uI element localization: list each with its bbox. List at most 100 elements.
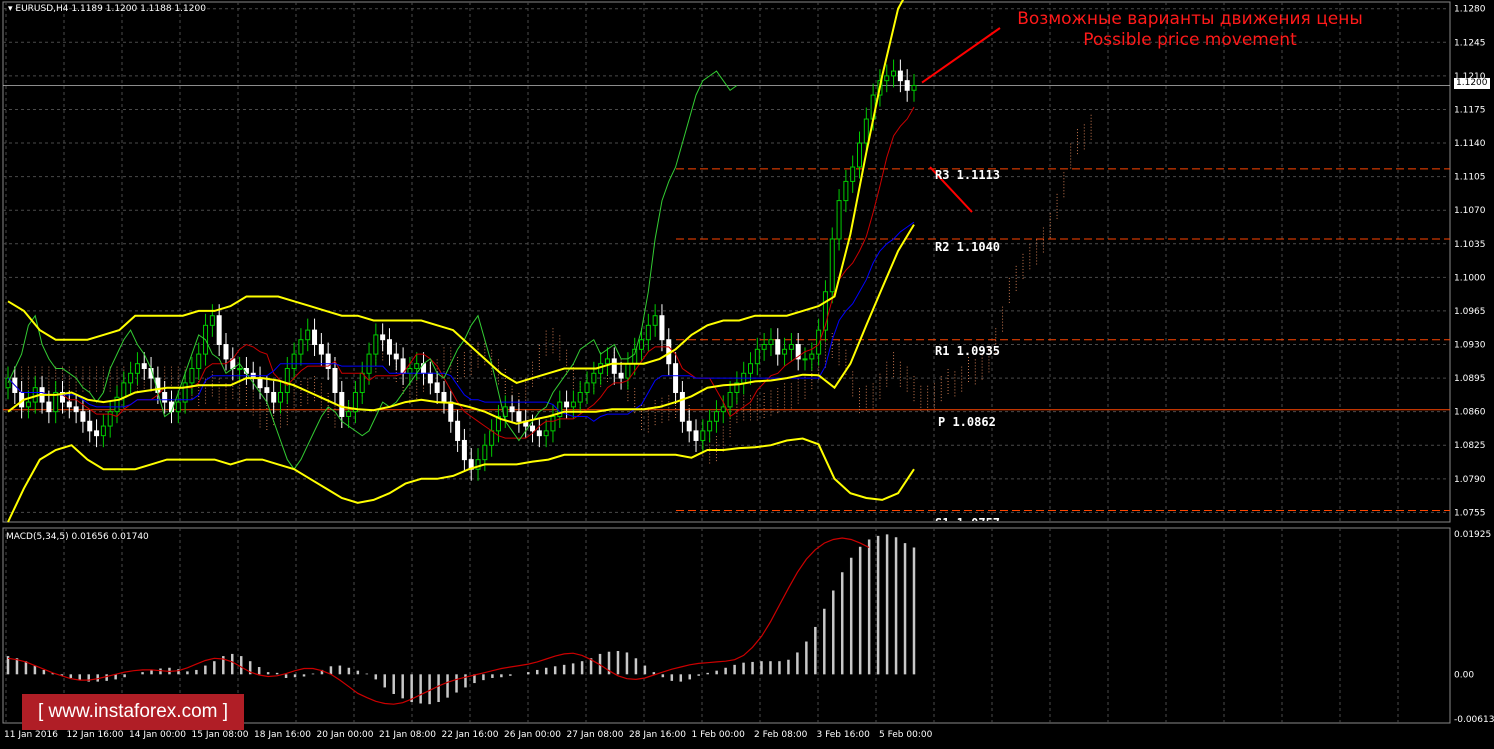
x-tick-label: 1 Feb 00:00 [692,730,746,740]
candle-body [25,401,31,408]
candle-body [816,329,822,355]
macd-y-tick-label: 0.00 [1454,670,1474,680]
candle-body [577,391,583,403]
x-tick-label: 27 Jan 08:00 [567,730,624,740]
x-tick-label: 3 Feb 16:00 [817,730,871,740]
x-tick-label: 5 Feb 00:00 [879,730,933,740]
candle-body [720,406,726,413]
candle-body [536,430,542,437]
candle-body [455,420,461,441]
candle-body [509,406,515,413]
candle-body [652,315,658,326]
dropdown-icon[interactable]: ▾ [8,4,13,14]
candle-body [223,344,229,360]
candle-body [100,425,106,437]
macd-y-tick-label: 0.01925 [1454,530,1491,540]
candle-body [162,391,168,403]
candle-body [264,387,270,393]
pivot-label-s1: S1 1.0757 [935,516,1000,521]
y-tick-label: 1.0755 [1454,508,1486,518]
candle-body [155,377,161,393]
x-tick-label: 18 Jan 16:00 [254,730,311,740]
candle-body [257,377,263,389]
y-tick-label: 1.1070 [1454,206,1486,216]
symbol-info: EURUSD,H4 1.1189 1.1200 1.1188 1.1200 [15,4,206,14]
pivot-label-r1: R1 1.0935 [935,344,1001,358]
candle-body [611,358,617,374]
candle-body [700,430,706,441]
candle-body [850,166,856,182]
chart-window: 1.1280 1.1245 1.1210 1.1175 1.1140 1.1105 1.10… [0,0,1494,745]
symbol-header: ▾ EURUSD,H4 1.1189 1.1200 1.1188 1.1200 [8,4,206,14]
x-tick-label: 12 Jan 16:00 [67,730,124,740]
candle-body [312,329,318,346]
candle-body [645,324,651,341]
y-tick-label: 1.1035 [1454,240,1486,250]
candle-body [414,363,420,369]
candle-body [686,420,692,432]
x-tick-label: 11 Jan 2016 [4,730,58,740]
candle-body [516,411,522,422]
candle-body [843,180,849,202]
candle-body [339,391,345,417]
candle-body [332,367,338,393]
candle-body [134,363,140,374]
annotation-text: Возможные варианты движения цены Possibl… [980,9,1400,51]
y-tick-label: 1.1000 [1454,273,1486,283]
y-tick-label: 1.0860 [1454,408,1486,418]
candle-body [380,334,386,341]
candle-body [584,382,590,393]
candle-body [809,353,815,360]
candle-body [196,353,202,369]
pivot-label-p: P 1.0862 [938,415,996,429]
candle-body [121,382,127,398]
candle-body [318,344,324,355]
candle-body [632,348,638,365]
candle-body [679,391,685,422]
candle-body [604,358,610,365]
x-tick-label: 22 Jan 16:00 [442,730,499,740]
candle-body [393,353,399,360]
y-tick-label: 1.1245 [1454,38,1486,48]
candle-body [209,315,215,326]
y-tick-label: 1.1105 [1454,173,1486,183]
candle-body [346,411,352,417]
bollinger-upper [7,0,905,384]
candle-body [782,348,788,355]
x-tick-label: 2 Feb 08:00 [754,730,808,740]
macd-y-tick-label: -0.00613 [1454,715,1494,725]
candle-body [448,401,454,422]
y-tick-label: 1.1175 [1454,105,1486,115]
candle-body [46,401,52,413]
x-tick-label: 15 Jan 08:00 [192,730,249,740]
current-price-tag: 1.1200 [1454,78,1490,89]
candle-body [386,339,392,355]
candle-body [904,80,910,91]
candle-body [707,420,713,432]
candle-body [891,70,897,77]
chart-canvas: 1.12801.12451.12101.11751.11401.11051.10… [2,0,1494,740]
candle-body [788,344,794,350]
candle-body [550,415,556,432]
candle-body [94,430,100,437]
candle-body [73,406,79,413]
pivot-label-r3: R3 1.1113 [935,168,1001,182]
watermark-logo[interactable]: [ www.instaforex.com ] [22,694,244,730]
bollinger-lower [7,437,915,523]
annotation-line-en: Possible price movement [1083,30,1297,50]
candle-body [727,391,733,408]
y-tick-label: 1.1280 [1454,5,1486,15]
candle-body [128,372,134,384]
candle-body [863,118,869,144]
candle-body [216,315,222,346]
y-tick-label: 1.0825 [1454,441,1486,451]
candle-body [482,444,488,461]
y-tick-label: 1.1140 [1454,139,1486,149]
bollinger-middle [7,224,915,425]
x-tick-label: 14 Jan 00:00 [129,730,186,740]
candle-body [182,382,188,403]
candle-body [427,372,433,384]
candle-body [857,142,863,168]
candle-body [570,401,576,408]
candle-body [775,339,781,355]
